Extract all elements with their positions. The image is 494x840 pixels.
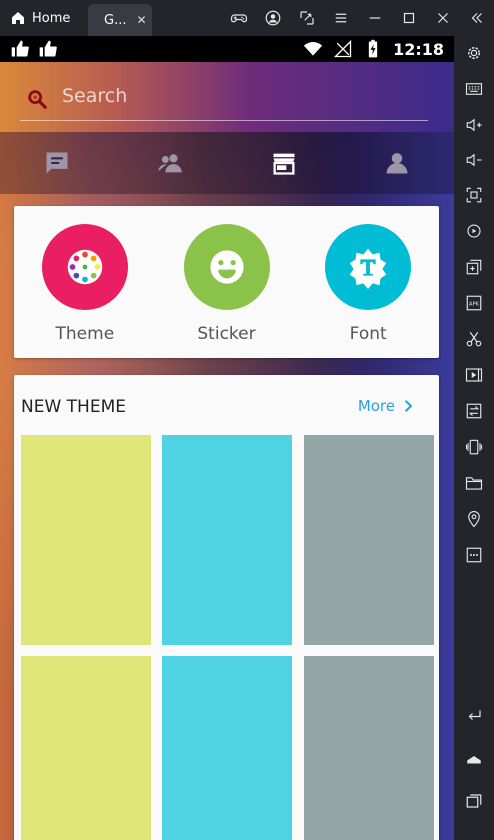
- settings-gear-icon[interactable]: [454, 36, 494, 70]
- category-font[interactable]: Font: [297, 206, 439, 358]
- volume-up-icon[interactable]: [454, 108, 494, 142]
- tab-app[interactable]: G... ✕: [88, 4, 152, 36]
- category-sticker-label: Sticker: [197, 324, 256, 344]
- tab-app-label: G...: [104, 12, 127, 28]
- recent-apps-icon[interactable]: [454, 784, 494, 818]
- smiley-icon: [209, 250, 244, 284]
- category-theme[interactable]: Theme: [14, 206, 156, 358]
- more-options-icon[interactable]: [454, 538, 494, 572]
- back-icon[interactable]: [454, 698, 494, 732]
- chevron-right-icon: [404, 400, 413, 412]
- fullscreen-icon[interactable]: [454, 178, 494, 212]
- search-input[interactable]: Search: [62, 85, 127, 107]
- scissors-icon[interactable]: [454, 322, 494, 356]
- theme-circle: [41, 224, 128, 310]
- chat-icon: [46, 152, 68, 174]
- svg-text:APK: APK: [469, 301, 480, 307]
- theme-tile[interactable]: [162, 435, 292, 645]
- section-title: NEW THEME: [21, 397, 126, 417]
- tab-store[interactable]: [227, 132, 341, 194]
- store-icon: [273, 153, 295, 175]
- sync-icon[interactable]: [454, 394, 494, 428]
- theme-tile[interactable]: [304, 656, 434, 840]
- thumbs-up-icon: [11, 40, 29, 57]
- theme-palette-icon: [67, 249, 103, 285]
- theme-tile[interactable]: [21, 435, 151, 645]
- account-icon[interactable]: [256, 0, 290, 36]
- thumbs-up-icon: [39, 40, 57, 57]
- search-underline: [20, 120, 428, 121]
- more-label: More: [357, 397, 395, 415]
- theme-tile[interactable]: [304, 435, 434, 645]
- tab-contacts[interactable]: [114, 132, 228, 194]
- clock: 12:18: [393, 39, 444, 59]
- category-font-label: Font: [349, 324, 387, 344]
- search-icon: [28, 90, 47, 109]
- keyboard-icon[interactable]: [454, 72, 494, 106]
- tab-profile[interactable]: [341, 132, 455, 194]
- font-circle: [325, 224, 412, 310]
- status-bar: 12:18: [0, 36, 454, 62]
- more-button[interactable]: More: [358, 397, 415, 415]
- emulator-window: Home G... ✕ 12:18 Search Theme Sticker F…: [0, 0, 494, 840]
- wifi-icon: [303, 42, 323, 56]
- new-theme-card: NEW THEME More: [14, 375, 439, 840]
- gamepad-icon[interactable]: [222, 0, 256, 36]
- theme-tile[interactable]: [21, 656, 151, 840]
- video-record-icon[interactable]: [454, 358, 494, 392]
- close-tab-icon[interactable]: ✕: [136, 13, 146, 27]
- apk-install-icon[interactable]: APK: [454, 286, 494, 320]
- close-window-icon[interactable]: [426, 0, 460, 36]
- font-badge-icon: [349, 248, 387, 290]
- location-icon[interactable]: [454, 502, 494, 536]
- category-card: Theme Sticker Font: [14, 206, 439, 358]
- theme-tile[interactable]: [162, 656, 292, 840]
- menu-icon[interactable]: [324, 0, 358, 36]
- multi-instance-icon[interactable]: [454, 250, 494, 284]
- folder-icon[interactable]: [454, 466, 494, 500]
- search-bar[interactable]: Search: [0, 62, 454, 132]
- category-theme-label: Theme: [55, 324, 115, 344]
- volume-down-icon[interactable]: [454, 143, 494, 177]
- rotate-icon[interactable]: [454, 214, 494, 248]
- minimize-icon[interactable]: [358, 0, 392, 36]
- person-icon: [386, 153, 408, 174]
- emulator-sidebar: APK: [454, 36, 494, 840]
- screenshot-region-icon[interactable]: [290, 0, 324, 36]
- shake-icon[interactable]: [454, 430, 494, 464]
- home-icon: [12, 12, 24, 24]
- tab-home-label: Home: [32, 10, 71, 26]
- no-signal-icon: [333, 39, 352, 58]
- people-icon: [158, 154, 182, 173]
- nav-tabs: [0, 132, 454, 194]
- home-nav-icon[interactable]: [454, 742, 494, 776]
- tab-chat[interactable]: [0, 132, 114, 194]
- battery-charging-icon: [368, 39, 378, 58]
- tab-home[interactable]: Home: [0, 0, 88, 36]
- category-sticker[interactable]: Sticker: [156, 206, 298, 358]
- android-screen: 12:18 Search Theme Sticker Font NEW THEM…: [0, 36, 454, 840]
- sticker-circle: [183, 224, 270, 310]
- emulator-title-bar: Home G... ✕: [0, 0, 494, 36]
- maximize-icon[interactable]: [392, 0, 426, 36]
- collapse-sidebar-icon[interactable]: [460, 0, 494, 36]
